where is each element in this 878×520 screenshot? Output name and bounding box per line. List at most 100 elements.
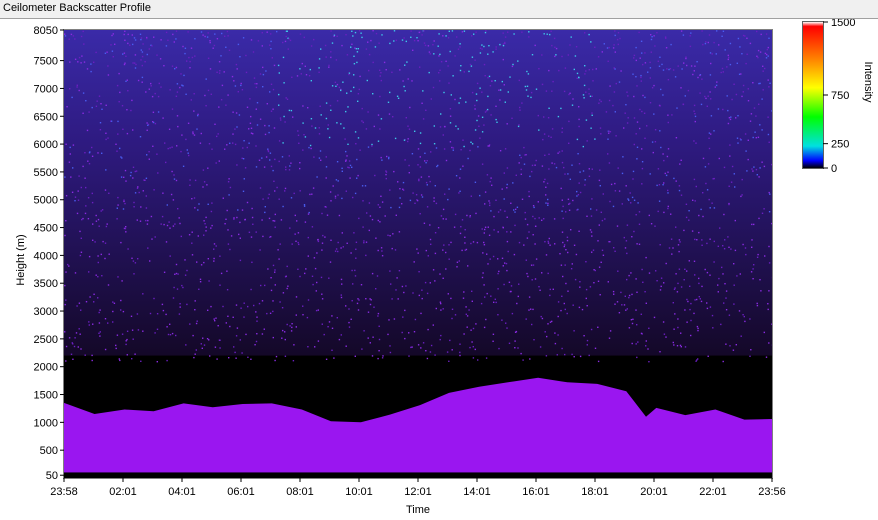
noise-speck <box>537 201 539 203</box>
noise-speck <box>614 51 616 53</box>
noise-speck <box>642 94 644 97</box>
noise-speck <box>510 290 512 293</box>
noise-speck <box>550 136 552 138</box>
noise-speck <box>499 99 501 101</box>
noise-speck <box>572 199 574 202</box>
noise-speck <box>399 197 401 199</box>
noise-speck <box>562 217 564 220</box>
noise-speck <box>270 33 272 35</box>
noise-speck <box>278 258 280 260</box>
noise-speck <box>465 101 467 103</box>
noise-speck <box>742 314 744 316</box>
noise-speck <box>614 34 616 37</box>
noise-speck <box>185 93 187 95</box>
noise-speck <box>670 238 673 240</box>
noise-speck <box>72 358 74 360</box>
noise-speck <box>242 190 245 192</box>
noise-speck <box>147 219 149 222</box>
noise-speck <box>207 32 209 34</box>
noise-speck <box>473 33 475 35</box>
noise-speck <box>134 262 137 264</box>
noise-speck <box>261 157 263 159</box>
noise-speck <box>530 91 533 94</box>
noise-speck <box>177 125 179 128</box>
noise-speck <box>272 169 274 172</box>
noise-speck <box>759 279 761 281</box>
noise-speck <box>538 68 540 70</box>
noise-speck <box>752 170 754 172</box>
noise-speck <box>434 252 437 255</box>
noise-speck <box>526 272 528 275</box>
noise-speck <box>636 243 638 245</box>
noise-speck <box>150 82 152 85</box>
noise-speck <box>79 230 81 233</box>
noise-speck <box>390 283 392 285</box>
noise-speck <box>626 252 628 255</box>
noise-speck <box>725 343 727 345</box>
noise-speck <box>686 64 688 67</box>
noise-speck <box>662 153 664 155</box>
noise-speck <box>668 68 670 71</box>
noise-speck <box>510 231 512 233</box>
noise-speck <box>274 226 276 228</box>
noise-speck <box>133 37 136 39</box>
noise-speck <box>731 165 734 168</box>
noise-speck <box>416 248 418 250</box>
noise-speck <box>341 197 343 200</box>
noise-speck <box>448 188 450 190</box>
noise-speck <box>349 164 352 167</box>
noise-speck <box>217 133 219 135</box>
noise-speck <box>178 217 180 219</box>
noise-speck <box>498 270 500 273</box>
noise-speck <box>65 271 67 273</box>
noise-speck <box>356 302 359 305</box>
noise-speck <box>709 207 711 209</box>
noise-speck <box>576 195 578 197</box>
noise-speck <box>325 117 328 120</box>
noise-speck <box>449 141 452 143</box>
noise-speck <box>650 51 652 53</box>
noise-speck <box>91 192 93 195</box>
backscatter-chart[interactable]: 5050010001500200025003000350040004500500… <box>0 19 878 520</box>
noise-speck <box>190 47 193 49</box>
noise-speck <box>328 64 330 67</box>
noise-speck <box>311 193 313 195</box>
noise-speck <box>541 165 544 167</box>
noise-speck <box>328 277 330 279</box>
noise-speck <box>620 70 622 72</box>
noise-speck <box>649 102 652 104</box>
noise-speck <box>94 241 96 243</box>
noise-speck <box>65 299 67 301</box>
noise-speck <box>243 302 245 304</box>
noise-speck <box>483 241 485 244</box>
noise-speck <box>264 124 266 127</box>
noise-speck <box>78 328 80 330</box>
noise-speck <box>486 174 489 176</box>
noise-speck <box>104 189 107 191</box>
noise-speck <box>551 320 553 323</box>
noise-speck <box>768 290 770 292</box>
noise-speck <box>690 334 692 337</box>
noise-speck <box>353 86 355 89</box>
y-axis-title: Height (m) <box>15 234 27 285</box>
noise-speck <box>689 35 691 37</box>
noise-speck <box>757 49 760 52</box>
noise-speck <box>121 280 123 282</box>
noise-speck <box>237 43 240 46</box>
noise-speck <box>204 35 206 38</box>
noise-speck <box>576 138 579 141</box>
noise-speck <box>359 75 361 78</box>
noise-speck <box>440 302 442 305</box>
noise-speck <box>545 186 547 188</box>
noise-speck <box>321 242 324 244</box>
noise-speck <box>423 30 425 32</box>
noise-speck <box>567 54 569 56</box>
noise-speck <box>640 80 642 82</box>
noise-speck <box>499 209 502 211</box>
noise-speck <box>667 189 669 192</box>
noise-speck <box>200 264 203 266</box>
colorbar-gradient <box>803 22 823 168</box>
noise-speck <box>330 30 332 32</box>
noise-speck <box>186 269 188 272</box>
noise-speck <box>528 190 530 193</box>
